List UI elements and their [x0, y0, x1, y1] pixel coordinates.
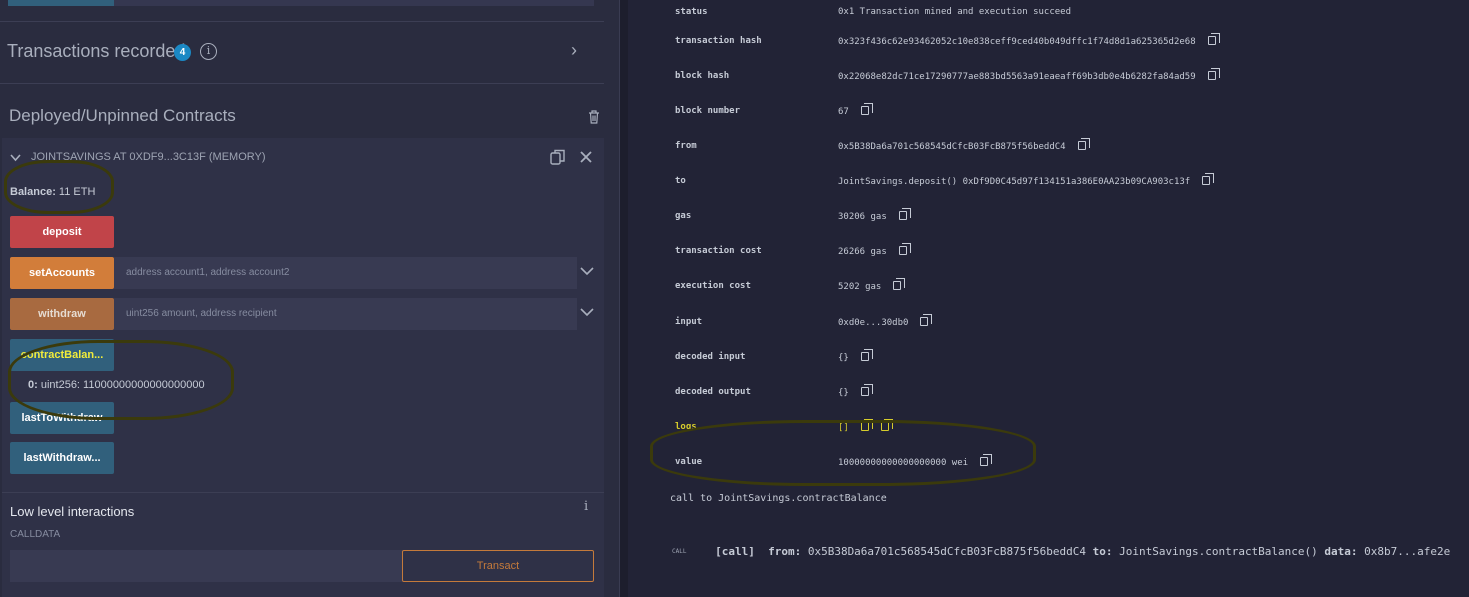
info-icon[interactable]: i: [584, 499, 588, 514]
detail-value-text: JointSavings.deposit() 0xDf9D0C45d97f134…: [838, 177, 1191, 187]
data-label: data:: [1324, 545, 1358, 558]
detail-value-text: 5202 gas: [838, 282, 882, 292]
transact-button[interactable]: Transact: [402, 550, 594, 582]
detail-value-text: {}: [838, 388, 849, 398]
detail-key: block hash: [675, 71, 730, 81]
detail-key: decoded input: [675, 352, 746, 362]
copy-icon[interactable]: [1077, 138, 1090, 150]
detail-value-text: 67: [838, 107, 849, 117]
deployed-contracts-title: Deployed/Unpinned Contracts: [9, 106, 236, 125]
detail-value: 26266 gas: [838, 243, 911, 257]
close-icon[interactable]: [580, 151, 592, 163]
previous-input[interactable]: [114, 0, 594, 6]
from-label: from:: [768, 545, 802, 558]
detail-value-text: 0x323f436c62e93462052c10e838ceff9ced40b0…: [838, 37, 1196, 47]
call-tag: CALL: [672, 548, 687, 555]
call-data: 0x8b7...afe2e: [1364, 545, 1451, 558]
detail-value: 30206 gas: [838, 208, 911, 222]
detail-value: 67: [838, 103, 873, 117]
detail-value: 5202 gas: [838, 278, 906, 292]
detail-key: gas: [675, 211, 692, 221]
detail-value: JointSavings.deposit() 0xDf9D0C45d97f134…: [838, 173, 1215, 187]
detail-key: transaction hash: [675, 36, 762, 46]
transactions-count-badge: 4: [174, 44, 191, 61]
copy-icon[interactable]: [860, 349, 873, 361]
highlight-scribble: [650, 420, 1036, 486]
chevron-down-icon[interactable]: [10, 153, 21, 162]
withdraw-input[interactable]: uint256 amount, address recipient: [114, 298, 577, 330]
chevron-right-icon[interactable]: ›: [571, 40, 577, 61]
call-log-line[interactable]: CALL [call] from: 0x5B38Da6a701c568545dC…: [672, 545, 1450, 558]
detail-value: 0xd0e...30db0: [838, 314, 933, 328]
panel-resizer[interactable]: [619, 0, 628, 597]
divider: [0, 21, 604, 22]
highlight-scribble: [4, 160, 114, 214]
set-accounts-button[interactable]: setAccounts: [10, 257, 114, 289]
transactions-title: Transactions recorded: [7, 41, 186, 61]
copy-icon[interactable]: [860, 103, 873, 115]
detail-key: decoded output: [675, 387, 751, 397]
detail-value-text: 0x22068e82dc71ce17290777ae883bd5563a91ea…: [838, 72, 1196, 82]
info-icon[interactable]: i: [200, 43, 217, 60]
trash-icon[interactable]: [588, 110, 600, 124]
call-kind: [call]: [715, 545, 755, 558]
detail-value: 0x22068e82dc71ce17290777ae883bd5563a91ea…: [838, 68, 1220, 82]
detail-key: transaction cost: [675, 246, 762, 256]
withdraw-button[interactable]: withdraw: [10, 298, 114, 330]
copy-icon[interactable]: [1207, 33, 1220, 45]
copy-icon[interactable]: [898, 208, 911, 220]
to-label: to:: [1092, 545, 1113, 558]
detail-value: 0x323f436c62e93462052c10e838ceff9ced40b0…: [838, 33, 1220, 47]
detail-key: status: [675, 7, 708, 17]
detail-key: from: [675, 141, 697, 151]
from-address: 0x5B38Da6a701c568545dCfcB03FcB875f56bedd…: [807, 545, 1086, 558]
copy-icon[interactable]: [893, 278, 906, 290]
copy-icon[interactable]: [1207, 68, 1220, 80]
last-withdraw-button[interactable]: lastWithdraw...: [10, 442, 114, 474]
copy-icon[interactable]: [898, 243, 911, 255]
terminal-panel: status 0x1 Transaction mined and executio…: [628, 0, 1469, 597]
detail-value-text: 0x1 Transaction mined and execution succ…: [838, 7, 1071, 17]
copy-icon[interactable]: [860, 384, 873, 396]
chevron-down-icon[interactable]: [580, 266, 594, 276]
copy-icon[interactable]: [1202, 173, 1215, 185]
previous-button[interactable]: [8, 0, 114, 6]
detail-value-text: 0xd0e...30db0: [838, 318, 909, 328]
divider: [2, 492, 604, 493]
detail-key: to: [675, 176, 686, 186]
detail-value-text: 0x5B38Da6a701c568545dCfcB03FcB875f56bedd…: [838, 142, 1066, 152]
divider: [0, 83, 604, 84]
low-level-title: Low level interactions: [10, 504, 135, 519]
copy-icon[interactable]: [550, 149, 566, 165]
detail-value-text: {}: [838, 353, 849, 363]
chevron-down-icon[interactable]: [580, 307, 594, 317]
to-target: JointSavings.contractBalance(): [1119, 545, 1318, 558]
run-panel: Transactions recorded 4 i › Deployed/Unp…: [0, 0, 619, 597]
copy-icon[interactable]: [920, 314, 933, 326]
calldata-input[interactable]: [10, 550, 403, 582]
deposit-button[interactable]: deposit: [10, 216, 114, 248]
set-accounts-input[interactable]: address account1, address account2: [114, 257, 577, 289]
highlight-scribble: [8, 340, 234, 420]
detail-value: {}: [838, 384, 873, 398]
detail-key: block number: [675, 106, 741, 116]
detail-value: 0x5B38Da6a701c568545dCfcB03FcB875f56bedd…: [838, 138, 1090, 152]
detail-value-text: 26266 gas: [838, 247, 887, 257]
detail-value-text: 30206 gas: [838, 212, 887, 222]
calldata-label: CALLDATA: [10, 529, 61, 540]
detail-value: {}: [838, 349, 873, 363]
call-to-text: call to JointSavings.contractBalance: [670, 493, 887, 504]
detail-value: 0x1 Transaction mined and execution succ…: [838, 7, 1071, 17]
detail-key: execution cost: [675, 281, 751, 291]
detail-key: input: [675, 317, 703, 327]
